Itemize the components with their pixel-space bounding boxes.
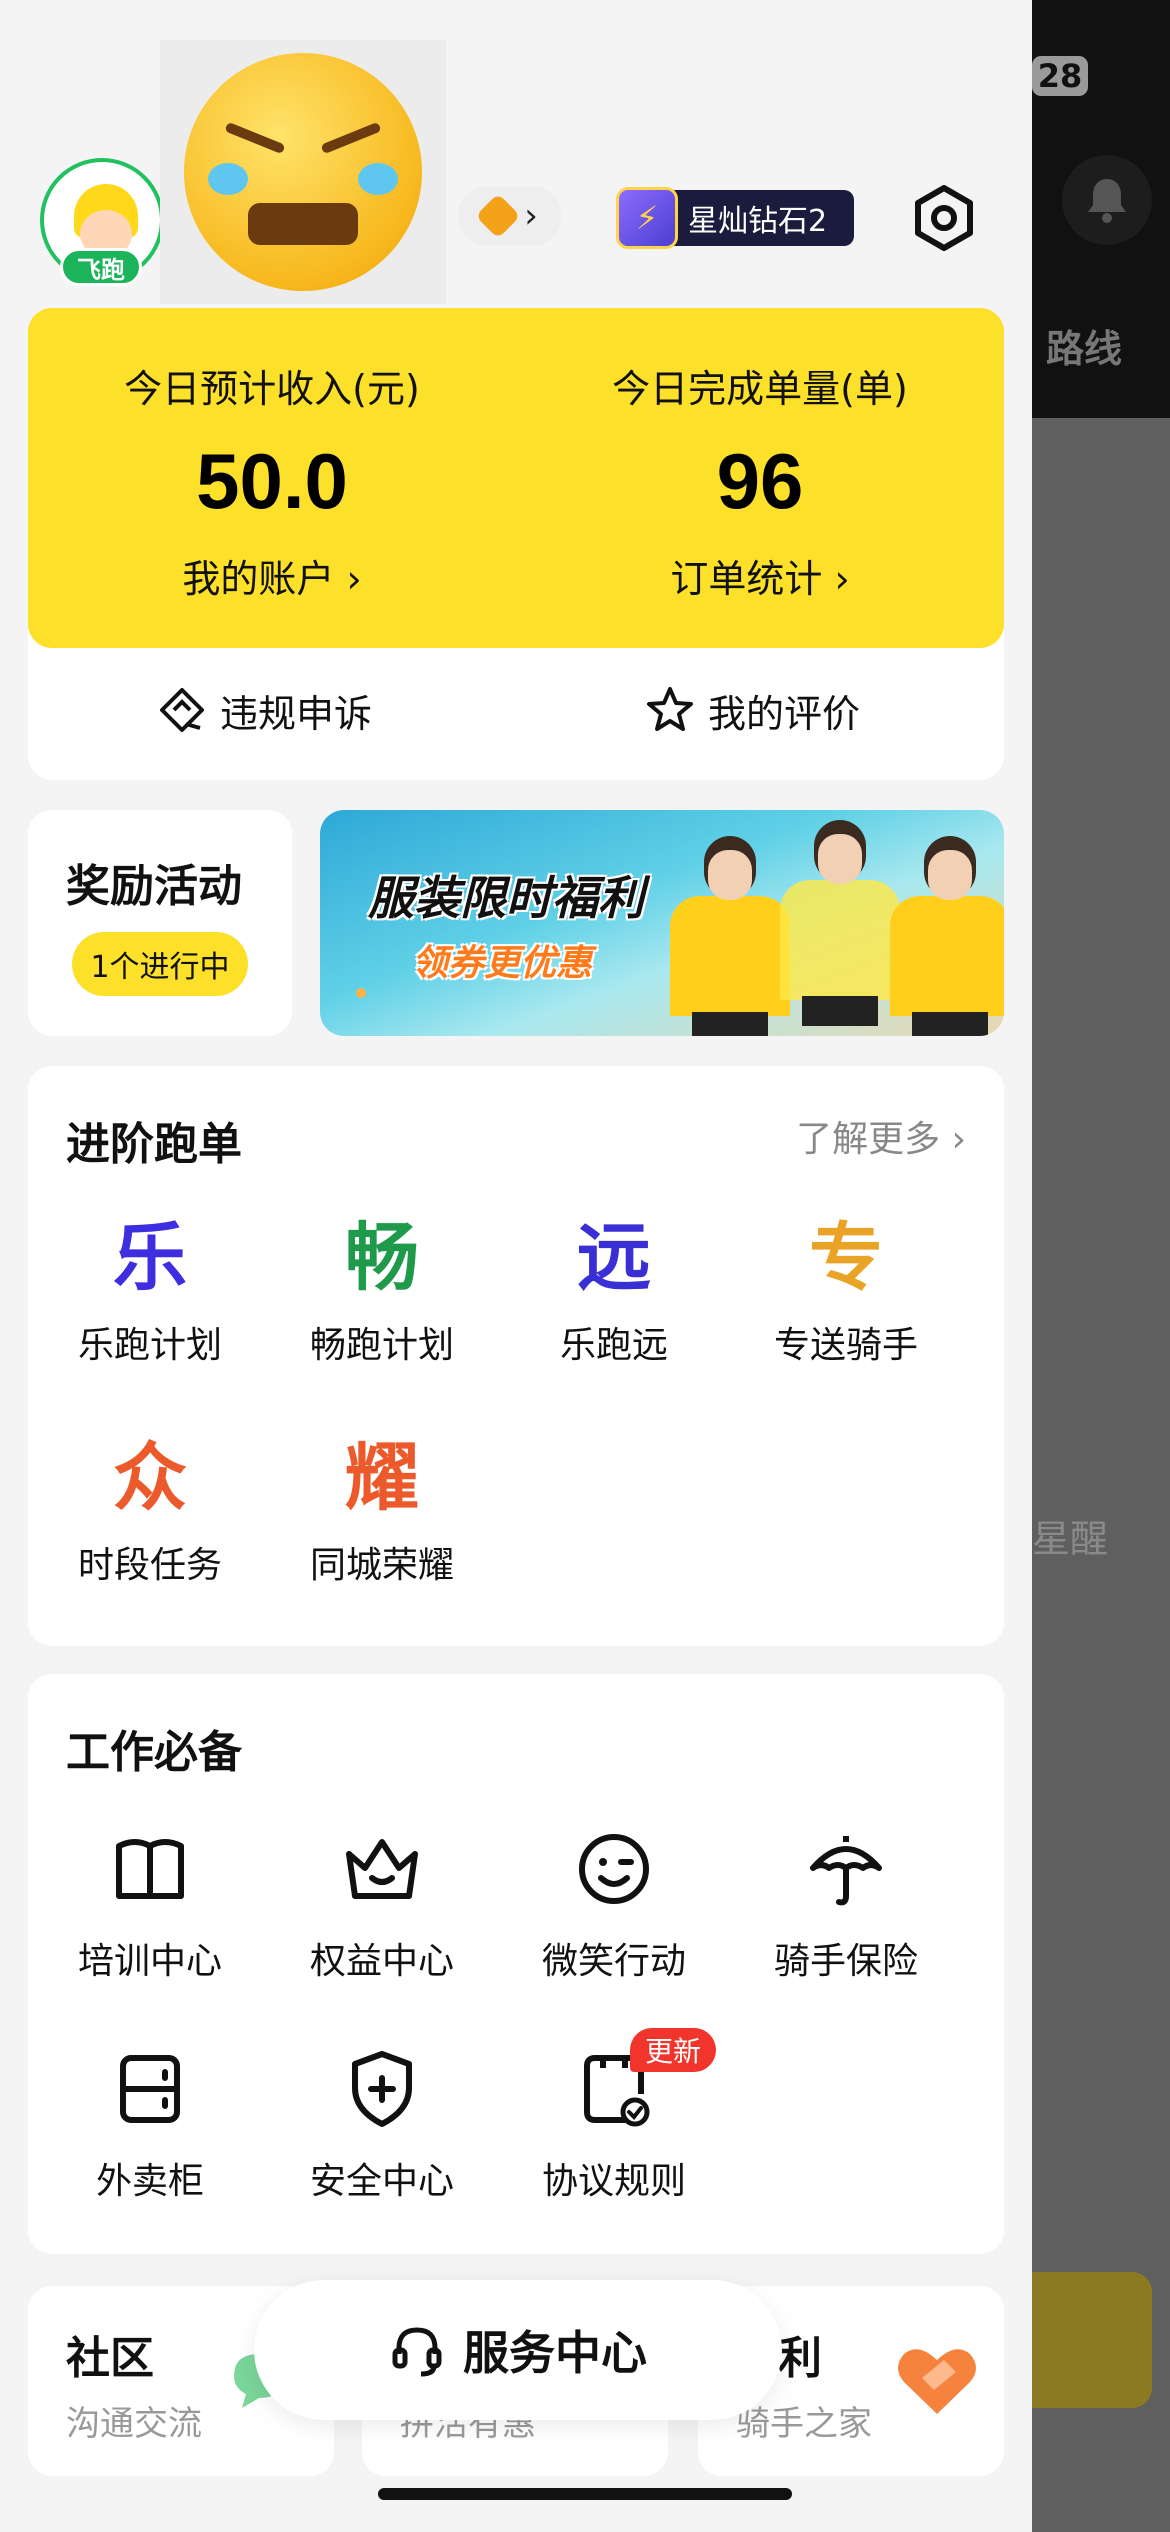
grid-item-label: 乐跑计划 <box>77 1325 222 1366</box>
promo-banner[interactable]: 服装限时福利 领券更优惠 <box>320 810 1004 1036</box>
appeal-button[interactable]: 违规申诉 <box>156 680 372 740</box>
locker-icon <box>105 2044 195 2134</box>
income-label: 今日预计收入(元) <box>124 367 420 411</box>
reviews-label: 我的评价 <box>708 691 861 736</box>
community-subtitle: 沟通交流 <box>66 2404 202 2444</box>
grid-item-safety[interactable]: 安全中心 <box>260 2044 504 2204</box>
background-route-text: 路线 <box>1046 327 1123 371</box>
grid-item-label: 同城荣耀 <box>309 1545 454 1586</box>
reward-title: 奖励活动 <box>66 861 242 912</box>
grid-item-locker[interactable]: 外卖柜 <box>28 2044 272 2204</box>
banner-page-indicator <box>356 988 366 998</box>
side-drawer: 飞跑 › ⚡ 星灿钻石2 违规申诉 我的评价 今日预计收入(元) 50.0 我的… <box>0 0 1032 2532</box>
grid-item-agreement[interactable]: 更新 协议规则 <box>492 2028 736 2204</box>
service-center-label: 服务中心 <box>463 2326 647 2380</box>
background-page: 28 路线 星醒 <box>1032 0 1170 2532</box>
grid-item-label: 畅跑计划 <box>309 1325 454 1366</box>
crown-icon <box>337 1824 427 1914</box>
star-icon <box>647 687 693 731</box>
grid-item-training[interactable]: 培训中心 <box>28 1824 272 1984</box>
battery-indicator: 28 <box>1032 56 1088 96</box>
grid-item-label: 安全中心 <box>309 2161 454 2202</box>
grid-item-label: 微笑行动 <box>541 1941 686 1982</box>
grid-item-label: 时段任务 <box>77 1545 222 1586</box>
advanced-title: 进阶跑单 <box>66 1119 242 1170</box>
orders-value: 96 <box>716 437 804 525</box>
rank-label: 星灿钻石2 <box>688 204 828 239</box>
banner-subline: 领券更优惠 <box>412 943 593 984</box>
background-remind-text: 星醒 <box>1032 1517 1109 1561</box>
grid-item-dedicated-rider[interactable]: 专 专送骑手 <box>724 1218 968 1368</box>
rank-badge[interactable]: ⚡ 星灿钻石2 <box>616 187 854 249</box>
service-center-button[interactable]: 服务中心 <box>254 2280 782 2420</box>
appeal-icon <box>160 688 204 732</box>
order-stats-link[interactable]: 订单统计 › <box>516 548 1004 603</box>
banner-headline: 服装限时福利 <box>368 871 644 925</box>
update-badge: 更新 <box>630 2028 716 2072</box>
background-yellow-button <box>1032 2272 1152 2408</box>
banner-model-image <box>890 836 1004 1036</box>
yao-glyph-icon: 耀 <box>345 1435 419 1521</box>
grid-item-label: 培训中心 <box>77 1941 222 1982</box>
community-title: 社区 <box>66 2333 154 2384</box>
appeal-label: 违规申诉 <box>220 691 373 736</box>
settings-icon[interactable] <box>910 184 978 252</box>
zhong-glyph-icon: 众 <box>113 1435 187 1521</box>
grid-item-benefits[interactable]: 权益中心 <box>260 1824 504 1984</box>
shield-plus-icon <box>337 2044 427 2134</box>
quick-actions-card: 违规申诉 我的评价 <box>28 630 1004 780</box>
level-button[interactable]: › <box>458 186 562 246</box>
grid-item-label: 协议规则 <box>541 2161 686 2202</box>
yuan-glyph-icon: 远 <box>577 1215 651 1301</box>
grid-item-le-far[interactable]: 远 乐跑远 <box>492 1218 736 1368</box>
advanced-section: 进阶跑单 了解更多 › 乐 乐跑计划 畅 畅跑计划 远 乐跑远 专 专送骑手 众… <box>28 1066 1004 1646</box>
smile-icon <box>569 1824 659 1914</box>
reviews-button[interactable]: 我的评价 <box>644 680 860 740</box>
orders-label: 今日完成单量(单) <box>612 367 908 411</box>
grid-item-label: 乐跑远 <box>559 1325 668 1366</box>
home-indicator <box>378 2488 792 2500</box>
bell-icon <box>1062 155 1152 245</box>
income-stat: 今日预计收入(元) 50.0 我的账户 › <box>28 308 516 648</box>
grid-item-label: 权益中心 <box>309 1941 454 1982</box>
welfare-title: 利 <box>778 2333 822 2384</box>
grid-item-city-honor[interactable]: 耀 同城荣耀 <box>260 1438 504 1588</box>
my-account-link[interactable]: 我的账户 › <box>28 548 516 603</box>
reward-activity-card[interactable]: 奖励活动 1个进行中 <box>28 810 292 1036</box>
level-hex-icon <box>475 193 521 239</box>
zhuan-glyph-icon: 专 <box>809 1215 883 1301</box>
book-icon <box>105 1824 195 1914</box>
reward-count-pill: 1个进行中 <box>72 932 248 996</box>
chang-glyph-icon: 畅 <box>345 1215 419 1301</box>
profile-emoji-image[interactable] <box>160 40 446 304</box>
orders-stat: 今日完成单量(单) 96 订单统计 › <box>516 308 1004 648</box>
lightning-gem-icon: ⚡ <box>616 187 678 249</box>
headset-icon <box>392 2327 442 2377</box>
grid-item-label: 专送骑手 <box>773 1325 918 1366</box>
essentials-title: 工作必备 <box>66 1727 242 1778</box>
stats-card: 今日预计收入(元) 50.0 我的账户 › 今日完成单量(单) 96 订单统计 … <box>28 308 1004 648</box>
essentials-section: 工作必备 培训中心 权益中心 微笑行动 骑手保险 外卖柜 安全中心 更新 协议规… <box>28 1674 1004 2254</box>
le-glyph-icon: 乐 <box>113 1215 187 1301</box>
grid-item-le-plan[interactable]: 乐 乐跑计划 <box>28 1218 272 1368</box>
grid-item-chang-plan[interactable]: 畅 畅跑计划 <box>260 1218 504 1368</box>
grid-item-time-task[interactable]: 众 时段任务 <box>28 1438 272 1588</box>
income-value: 50.0 <box>196 437 348 525</box>
avatar-badge: 飞跑 <box>60 248 142 286</box>
banner-model-image <box>670 836 790 1036</box>
grid-item-label: 骑手保险 <box>773 1941 918 1982</box>
grid-item-insurance[interactable]: 骑手保险 <box>724 1824 968 1984</box>
chevron-right-icon: › <box>524 196 538 236</box>
umbrella-icon <box>801 1824 891 1914</box>
heart-icon <box>898 2349 976 2414</box>
crying-face-icon <box>184 53 422 291</box>
grid-item-smile-action[interactable]: 微笑行动 <box>492 1824 736 1984</box>
banner-model-image <box>780 820 900 1026</box>
grid-item-label: 外卖柜 <box>95 2161 204 2202</box>
learn-more-link[interactable]: 了解更多 › <box>796 1110 966 1162</box>
